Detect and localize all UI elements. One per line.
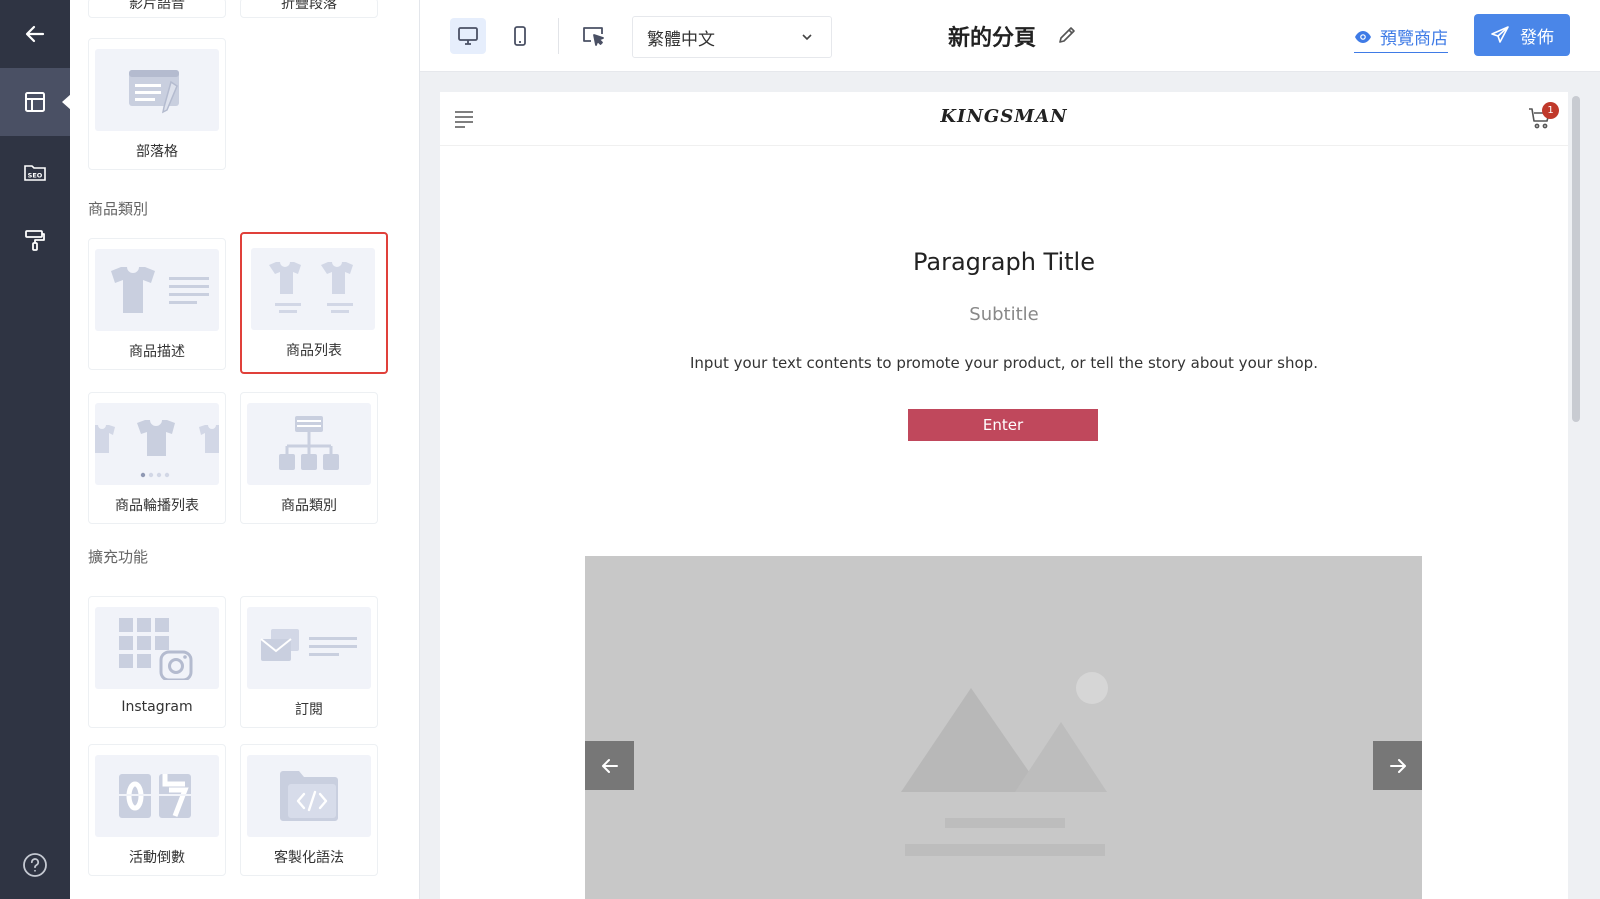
left-rail: SEO <box>0 0 71 899</box>
widget-card-label: Instagram <box>121 699 193 715</box>
product-carousel-icon <box>95 403 219 485</box>
arrow-right-icon <box>1389 758 1406 773</box>
widget-card-label: 折疊段落 <box>281 0 337 12</box>
mobile-icon <box>514 26 526 46</box>
back-button[interactable] <box>0 0 70 68</box>
widget-card-subscribe[interactable]: 訂閱 <box>240 596 378 728</box>
language-select[interactable]: 繁體中文 <box>632 16 832 58</box>
widget-card-custom-code[interactable]: 客製化語法 <box>240 744 378 876</box>
preview-label: 預覽商店 <box>1380 29 1448 49</box>
preview-store-link[interactable]: 預覽商店 <box>1354 24 1448 53</box>
send-icon <box>1491 26 1509 43</box>
cursor-select-icon <box>583 27 604 46</box>
seo-tab[interactable]: SEO <box>0 138 70 206</box>
product-description-icon <box>95 249 219 331</box>
language-value: 繁體中文 <box>647 29 715 50</box>
image-carousel[interactable] <box>585 556 1422 899</box>
select-element-button[interactable] <box>576 18 612 54</box>
product-category-icon <box>247 403 371 485</box>
instagram-widget-icon <box>95 607 219 689</box>
widget-card-label: 活動倒數 <box>129 850 185 866</box>
subscribe-widget-icon <box>247 607 371 689</box>
pencil-icon <box>1059 27 1075 43</box>
paragraph-subtitle[interactable]: Subtitle <box>440 304 1568 325</box>
preview-scrollbar[interactable] <box>1572 96 1580 422</box>
publish-button[interactable]: 發佈 <box>1474 14 1570 56</box>
widget-card-countdown[interactable]: 活動倒數 <box>88 744 226 876</box>
widget-card-label: 訂閱 <box>295 702 323 718</box>
cart-badge: 1 <box>1542 102 1559 119</box>
blog-widget-icon <box>95 49 219 131</box>
page-title: 新的分頁 <box>948 26 1037 51</box>
widget-card-label: 客製化語法 <box>274 850 344 866</box>
layout-tab[interactable] <box>0 68 71 136</box>
image-placeholder-icon <box>901 672 1108 856</box>
question-circle-icon <box>23 853 47 877</box>
editor-toolbar: 繁體中文 新的分頁 預覽商店 發佈 <box>420 0 1600 72</box>
layout-icon <box>25 92 45 112</box>
page-preview: KINGSMAN 1 Paragraph Title Subtitle Inpu… <box>440 92 1568 899</box>
widget-card-product-list[interactable]: 商品列表 <box>240 232 388 374</box>
custom-code-icon <box>247 755 371 837</box>
countdown-widget-icon <box>95 755 219 837</box>
widget-card-label: 商品類別 <box>281 498 337 514</box>
widget-card-label: 商品描述 <box>129 344 185 360</box>
toolbar-divider <box>558 18 559 54</box>
carousel-next-button[interactable] <box>1373 741 1422 790</box>
desktop-icon <box>458 27 478 45</box>
widget-card-product-description[interactable]: 商品描述 <box>88 238 226 370</box>
widget-panel: 影片語音 折疊段落 部落格 商品類別 商品描述 商品列表 商品輪播列表 商品類別… <box>70 0 420 899</box>
widget-card-label: 商品輪播列表 <box>115 498 199 514</box>
paragraph-body[interactable]: Input your text contents to promote your… <box>440 354 1568 372</box>
widget-card-instagram[interactable]: Instagram <box>88 596 226 728</box>
publish-label: 發佈 <box>1520 27 1554 48</box>
svg-text:SEO: SEO <box>28 172 43 180</box>
widget-card-label: 影片語音 <box>129 0 185 12</box>
desktop-view-button[interactable] <box>450 18 486 54</box>
edit-title-button[interactable] <box>1056 24 1078 50</box>
carousel-prev-button[interactable] <box>585 741 634 790</box>
site-header: KINGSMAN 1 <box>440 92 1568 146</box>
paragraph-title[interactable]: Paragraph Title <box>440 248 1568 276</box>
section-label-products: 商品類別 <box>88 200 149 218</box>
widget-card-accordion[interactable]: 折疊段落 <box>240 0 378 18</box>
theme-tab[interactable] <box>0 206 70 274</box>
paint-roller-icon <box>25 230 45 251</box>
widget-card-blog[interactable]: 部落格 <box>88 38 226 170</box>
product-list-icon <box>251 248 375 330</box>
site-builder: SEO 影片語音 折疊段落 部落格 商品類別 商品描述 商品列表 商品輪播列表 … <box>0 0 1600 899</box>
arrow-left-icon <box>601 758 618 773</box>
enter-button[interactable]: Enter <box>908 409 1098 441</box>
widget-card-video[interactable]: 影片語音 <box>88 0 226 18</box>
widget-card-product-carousel[interactable]: 商品輪播列表 <box>88 392 226 524</box>
back-arrow-icon <box>25 25 45 43</box>
seo-folder-icon: SEO <box>24 165 46 181</box>
brand-logo: KINGSMAN <box>940 106 1068 127</box>
widget-card-product-category[interactable]: 商品類別 <box>240 392 378 524</box>
widget-card-label: 部落格 <box>136 144 178 160</box>
mobile-view-button[interactable] <box>502 18 538 54</box>
chevron-down-icon <box>802 34 812 41</box>
section-label-extensions: 擴充功能 <box>88 548 149 566</box>
help-button[interactable] <box>22 852 48 882</box>
eye-icon <box>1355 30 1371 43</box>
widget-card-label: 商品列表 <box>286 343 342 359</box>
